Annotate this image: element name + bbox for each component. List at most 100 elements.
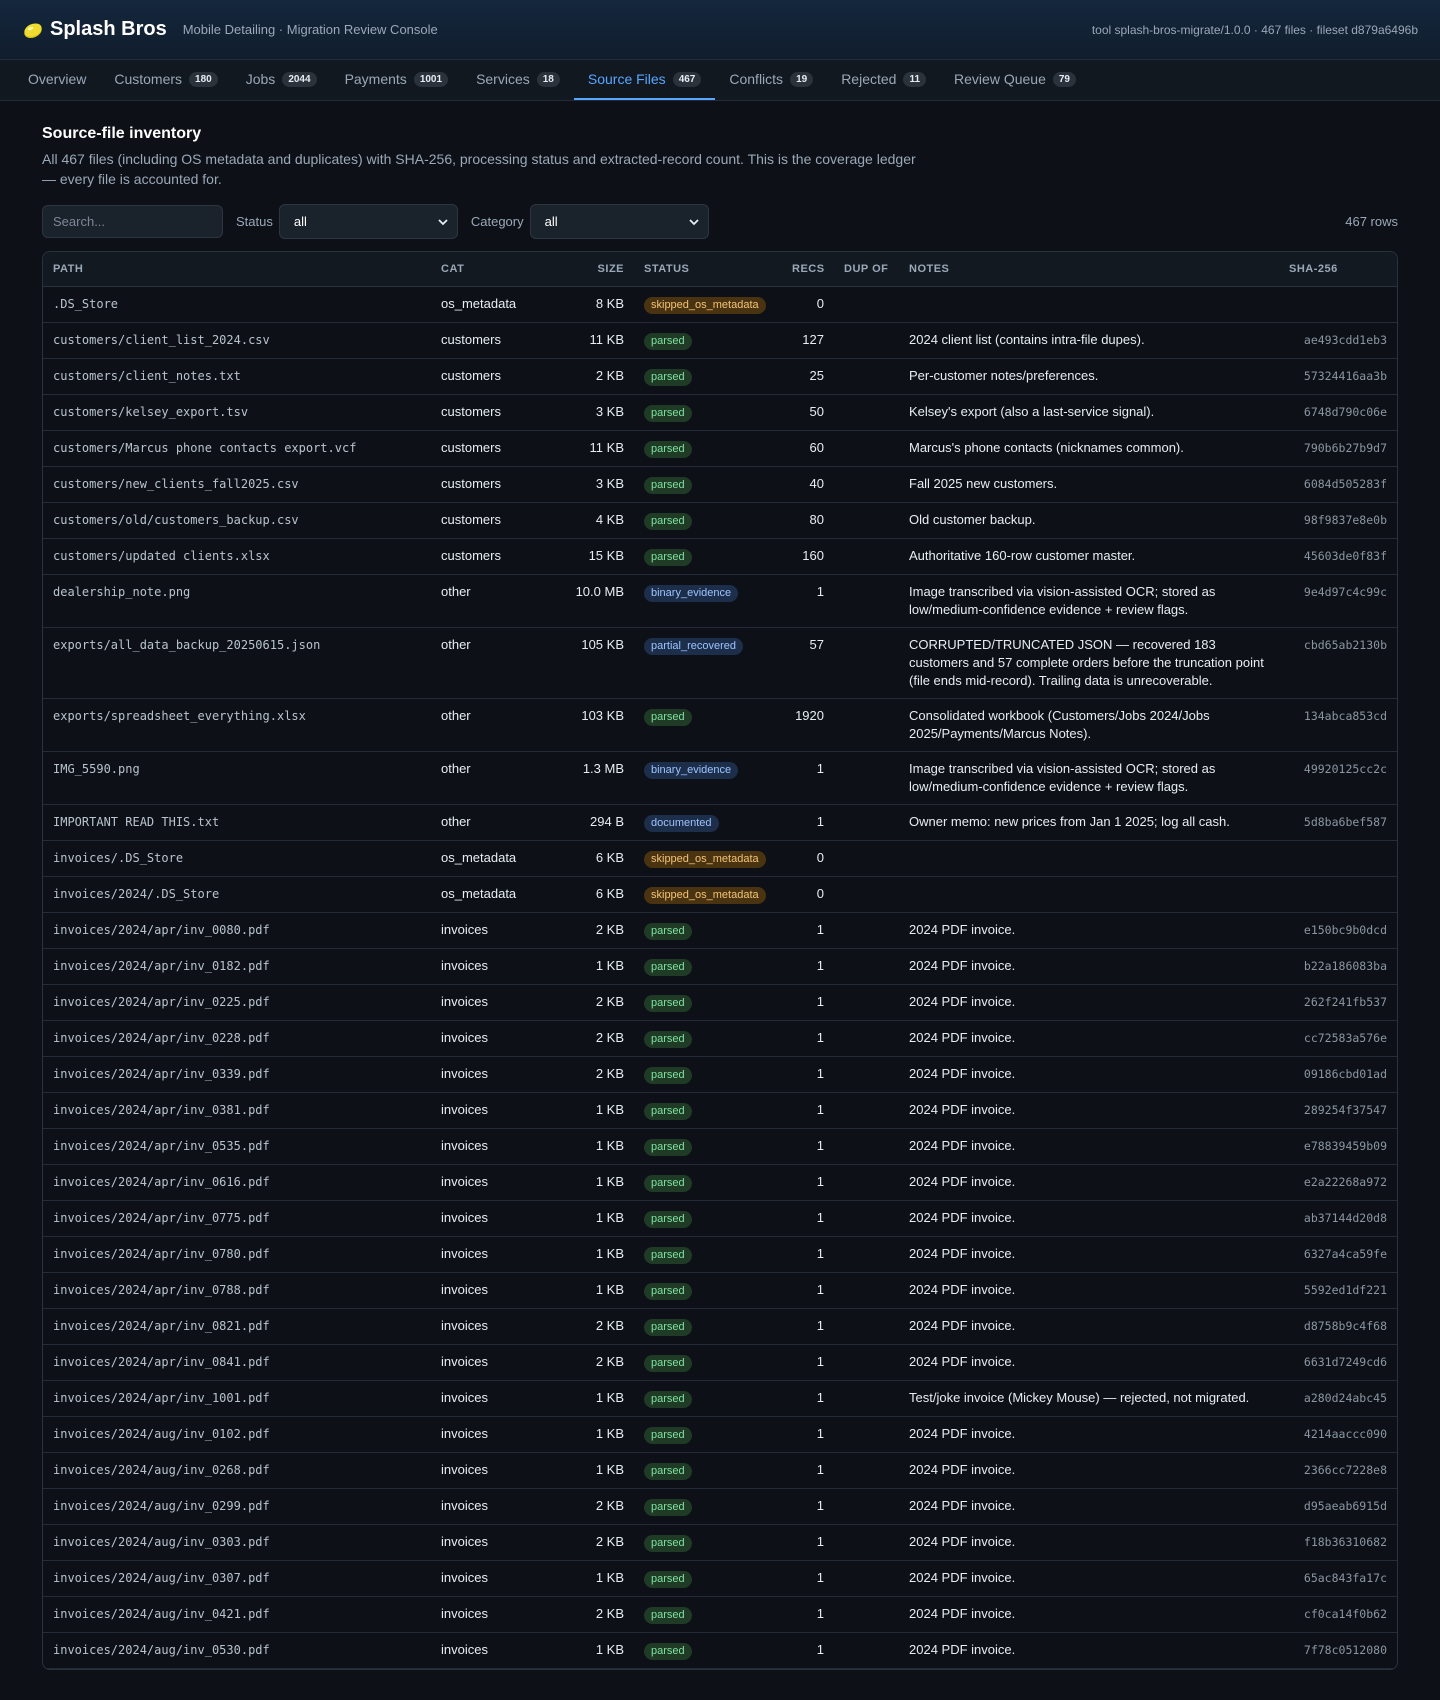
table-row[interactable]: IMG_5590.png other 1.3 MB binary_evidence 1 I… [43,751,1397,805]
table-row[interactable]: invoices/.DS_Store os_metadata 6 KB skipped… [43,840,1397,877]
table-row[interactable]: customers/old/customers_backup.csv custom… [43,502,1397,539]
table-row[interactable]: invoices/2024/apr/inv_0225.pdf invoices 2 … [43,984,1397,1021]
category-select[interactable]: all [529,204,709,239]
tab-overview[interactable]: Overview [14,60,100,100]
record-count-cell: 1 [782,1596,834,1633]
status-badge: skipped_os_metadata [644,850,766,868]
table-row[interactable]: invoices/2024/apr/inv_0381.pdf invoices 1 … [43,1092,1397,1129]
status-cell: skipped_os_metadata [634,840,782,877]
search-input[interactable] [42,205,223,238]
table-row[interactable]: invoices/2024/apr/inv_0339.pdf invoices 2 … [43,1056,1397,1093]
notes-cell: Test/joke invoice (Mickey Mouse) — rejec… [899,1380,1279,1417]
status-badge: parsed [644,958,692,976]
duplicate-of-cell [834,358,899,395]
tab-customers[interactable]: Customers 180 [100,60,231,100]
column-header-notes[interactable]: NOTES [899,252,1279,287]
source-files-table: PATH CAT SIZE STATUS RECS DUP OF NOTES S… [42,251,1398,1670]
path-cell: invoices/2024/.DS_Store [43,876,431,913]
tab-payments[interactable]: Payments 1001 [331,60,463,100]
record-count-cell: 60 [782,430,834,467]
duplicate-of-cell [834,751,899,805]
table-row[interactable]: customers/client_list_2024.csv customers 1… [43,322,1397,359]
table-row[interactable]: invoices/2024/apr/inv_0841.pdf invoices 2 … [43,1344,1397,1381]
table-row[interactable]: dealership_note.png other 10.0 MB binary_ev… [43,574,1397,628]
path-cell: invoices/2024/aug/inv_0421.pdf [43,1596,431,1633]
duplicate-of-cell [834,840,899,877]
table-row[interactable]: customers/Marcus phone contacts export.v… [43,430,1397,467]
category-cell: customers [431,394,551,431]
tab-rejected[interactable]: Rejected 11 [827,60,940,100]
tab-count-badge: 11 [903,71,927,87]
tab-conflicts[interactable]: Conflicts 19 [715,60,827,100]
category-cell: invoices [431,1560,551,1597]
status-cell: skipped_os_metadata [634,286,782,323]
status-badge: parsed [644,1174,692,1192]
duplicate-of-cell [834,1560,899,1597]
table-row[interactable]: invoices/2024/apr/inv_0780.pdf invoices 1 … [43,1236,1397,1273]
column-header-size[interactable]: SIZE [551,252,634,287]
path-cell: invoices/2024/apr/inv_0381.pdf [43,1092,431,1129]
tab-services[interactable]: Services 18 [462,60,574,100]
size-cell: 6 KB [551,840,634,877]
sha256-cell [1279,876,1397,913]
column-header-dup-of[interactable]: DUP OF [834,252,899,287]
tab-source-files[interactable]: Source Files 467 [573,60,716,100]
status-select-value: all [293,214,307,229]
table-row[interactable]: customers/kelsey_export.tsv customers 3 KB… [43,394,1397,431]
table-row[interactable]: customers/client_notes.txt customers 2 KB p… [43,358,1397,395]
table-row[interactable]: invoices/2024/apr/inv_1001.pdf invoices 1 … [43,1380,1397,1417]
table-row[interactable]: invoices/2024/.DS_Store os_metadata 6 KB sk… [43,876,1397,913]
table-row[interactable]: invoices/2024/apr/inv_0788.pdf invoices 1 … [43,1272,1397,1309]
table-row[interactable]: invoices/2024/apr/inv_0228.pdf invoices 2 … [43,1020,1397,1057]
table-row[interactable]: invoices/2024/apr/inv_0616.pdf invoices 1 … [43,1164,1397,1201]
duplicate-of-cell [834,1380,899,1417]
record-count-cell: 0 [782,876,834,913]
duplicate-of-cell [834,1632,899,1669]
status-cell: skipped_os_metadata [634,876,782,913]
table-row[interactable]: invoices/2024/apr/inv_0182.pdf invoices 1 … [43,948,1397,985]
column-header-cat[interactable]: CAT [431,252,551,287]
table-row[interactable]: IMPORTANT READ THIS.txt other 294 B documen… [43,804,1397,841]
table-row[interactable]: invoices/2024/aug/inv_0303.pdf invoices 2 … [43,1524,1397,1561]
tab-jobs[interactable]: Jobs 2044 [232,60,331,100]
table-body: .DS_Store os_metadata 8 KB skipped_os_metad… [43,286,1397,1669]
record-count-cell: 1 [782,751,834,805]
notes-cell: Marcus's phone contacts (nicknames commo… [899,430,1279,467]
table-row[interactable]: invoices/2024/aug/inv_0307.pdf invoices 1 … [43,1560,1397,1597]
table-row[interactable]: invoices/2024/apr/inv_0821.pdf invoices 2 … [43,1308,1397,1345]
table-row[interactable]: invoices/2024/aug/inv_0268.pdf invoices 1 … [43,1452,1397,1489]
size-cell: 2 KB [551,1344,634,1381]
sha256-cell: e2a22268a972 [1279,1164,1397,1201]
table-row[interactable]: invoices/2024/apr/inv_0775.pdf invoices 1 … [43,1200,1397,1237]
table-row[interactable]: customers/updated clients.xlsx customers 1… [43,538,1397,575]
status-cell: parsed [634,1056,782,1093]
notes-cell: 2024 PDF invoice. [899,1164,1279,1201]
brand-name[interactable]: Splash Bros [50,18,167,41]
column-header-path[interactable]: PATH [43,252,431,287]
category-cell: os_metadata [431,840,551,877]
table-row[interactable]: exports/spreadsheet_everything.xlsx other… [43,698,1397,752]
table-row[interactable]: customers/new_clients_fall2025.csv custom… [43,466,1397,503]
table-row[interactable]: invoices/2024/aug/inv_0102.pdf invoices 1 … [43,1416,1397,1453]
table-row[interactable]: invoices/2024/aug/inv_0530.pdf invoices 1 … [43,1632,1397,1669]
tab-review-queue[interactable]: Review Queue 79 [940,60,1090,100]
category-cell: other [431,698,551,752]
table-row[interactable]: invoices/2024/apr/inv_0535.pdf invoices 1 … [43,1128,1397,1165]
duplicate-of-cell [834,1416,899,1453]
table-row[interactable]: exports/all_data_backup_20250615.json oth… [43,627,1397,699]
table-row[interactable]: invoices/2024/apr/inv_0080.pdf invoices 2 … [43,912,1397,949]
status-select[interactable]: all [278,204,458,239]
column-header-sha256[interactable]: SHA-256 [1279,252,1397,287]
category-cell: invoices [431,1416,551,1453]
record-count-cell: 1 [782,1452,834,1489]
column-header-recs[interactable]: RECS [782,252,834,287]
table-row[interactable]: invoices/2024/aug/inv_0299.pdf invoices 2 … [43,1488,1397,1525]
notes-cell: 2024 PDF invoice. [899,1092,1279,1129]
duplicate-of-cell [834,1272,899,1309]
path-cell: customers/client_notes.txt [43,358,431,395]
column-header-status[interactable]: STATUS [634,252,782,287]
table-row[interactable]: .DS_Store os_metadata 8 KB skipped_os_metad… [43,286,1397,323]
status-cell: parsed [634,1380,782,1417]
sha256-cell: ab37144d20d8 [1279,1200,1397,1237]
table-row[interactable]: invoices/2024/aug/inv_0421.pdf invoices 2 … [43,1596,1397,1633]
